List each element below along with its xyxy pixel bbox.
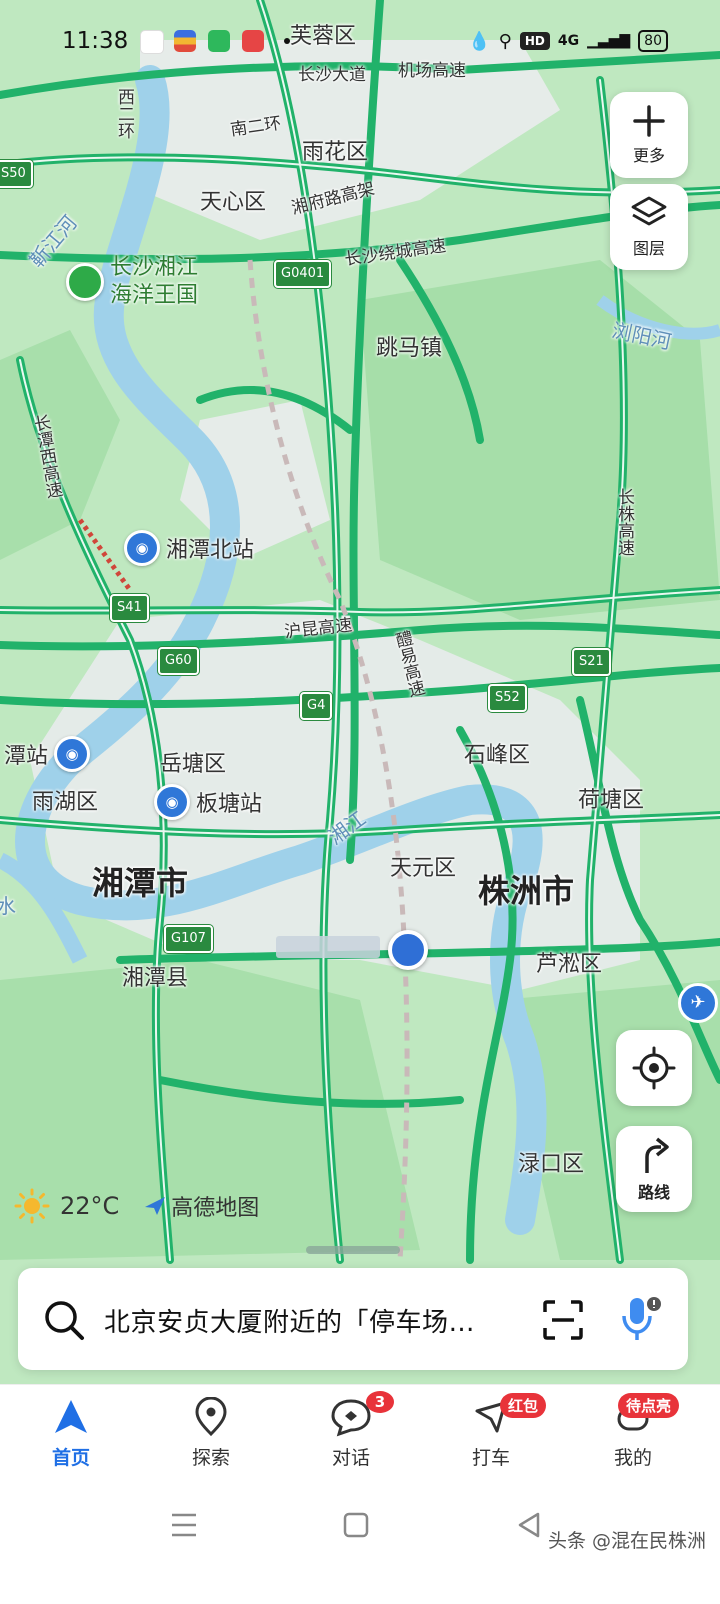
poi-xiangtan-north-station-label: 湘潭北站 <box>166 538 255 563</box>
voice-mic-icon[interactable] <box>618 1294 662 1344</box>
search-input[interactable]: 北京安贞大厦附近的「停车场… <box>104 1302 475 1339</box>
train-station-icon: ◉ <box>124 530 160 566</box>
city-label-zhuzhou: 株洲市 <box>478 872 575 910</box>
notification-app-icon <box>242 30 264 52</box>
signal-bars-icon: ▁▃▅▇ <box>587 33 631 49</box>
district-label-yuhu: 雨湖区 <box>32 790 99 815</box>
poi-ocean-park-line1: 长沙湘江 <box>110 255 199 280</box>
drag-handle[interactable] <box>306 1246 400 1254</box>
nav-chat[interactable]: 对话 3 <box>296 1391 406 1470</box>
back-triangle-icon[interactable] <box>516 1511 542 1539</box>
train-station-icon: ◉ <box>154 784 190 820</box>
river-label-partial: 水 <box>0 894 16 918</box>
district-label-yuetang: 岳塘区 <box>160 752 227 777</box>
status-time: 11:38 <box>62 28 129 54</box>
district-label-lukou: 渌口区 <box>518 1152 585 1177</box>
notification-dot <box>284 38 290 44</box>
search-bar[interactable]: 北京安贞大厦附近的「停车场… <box>18 1268 688 1370</box>
poi-xiangtan-north-station[interactable]: ◉ 湘潭北站 <box>124 530 254 566</box>
home-square-icon[interactable] <box>342 1511 370 1539</box>
home-arrow-icon <box>55 1400 87 1433</box>
park-icon <box>66 263 104 301</box>
status-icons: 💧 ⚲ HD 4G ▁▃▅▇ 80 <box>468 30 668 52</box>
locate-me-button[interactable] <box>616 1030 692 1106</box>
current-location-marker <box>388 930 428 970</box>
city-label-xiangtan: 湘潭市 <box>92 864 189 902</box>
unlit-badge: 待点亮 <box>618 1393 680 1418</box>
nav-chat-label: 对话 <box>331 1447 370 1469</box>
airport-icon[interactable]: ✈ <box>678 983 718 1023</box>
scan-icon[interactable] <box>542 1299 584 1341</box>
notification-app-icon <box>174 30 196 52</box>
blurred-location-label <box>276 936 380 958</box>
district-label-tianyuan: 天元区 <box>390 856 457 881</box>
weather-widget[interactable]: 22°C 高德地图 <box>14 1188 259 1224</box>
brand-name: 高德地图 <box>171 1196 260 1221</box>
poi-ocean-park-line2: 海洋王国 <box>110 283 199 308</box>
nav-home[interactable]: 首页 <box>16 1397 126 1470</box>
nav-me-label: 我的 <box>613 1447 652 1469</box>
poi-banting-station[interactable]: ◉ 板塘站 <box>154 784 262 820</box>
red-packet-badge: 红包 <box>500 1393 546 1418</box>
route-arrow-icon <box>645 1137 669 1173</box>
poi-banting-station-label: 板塘站 <box>196 792 263 817</box>
nav-home-label: 首页 <box>51 1447 90 1469</box>
status-bar: 11:38 💧 ⚲ HD 4G ▁▃▅▇ 80 <box>0 0 720 80</box>
route-shield-g4: G4 <box>300 692 333 720</box>
route-button-label: 路线 <box>637 1183 670 1202</box>
road-label-changzhu: 长株高速 <box>614 488 634 556</box>
nav-explore-label: 探索 <box>191 1447 230 1469</box>
route-shield-s41: S41 <box>110 594 149 622</box>
town-label-tiaoma: 跳马镇 <box>376 336 443 361</box>
search-icon <box>45 1301 84 1340</box>
district-label-lusong: 芦淞区 <box>536 952 603 977</box>
plus-icon <box>633 105 665 137</box>
road-label-west-2nd-ring: 西二环 <box>114 88 134 139</box>
nav-me[interactable]: 我的 待点亮 <box>578 1393 688 1470</box>
route-shield-s50: S50 <box>0 160 33 188</box>
train-station-icon: ◉ <box>54 736 91 772</box>
battery-icon: 80 <box>638 30 668 52</box>
temperature: 22°C <box>60 1192 120 1220</box>
sun-icon <box>14 1188 50 1224</box>
notification-app-icon <box>140 30 164 54</box>
layers-button-label: 图层 <box>632 239 665 258</box>
location-pin-icon <box>195 1397 227 1437</box>
location-pin-icon: ⚲ <box>498 30 512 52</box>
more-button-label: 更多 <box>632 146 665 165</box>
district-label-shifeng: 石峰区 <box>464 743 531 768</box>
route-shield-g60: G60 <box>158 647 199 675</box>
district-label-hetang: 荷塘区 <box>578 788 645 813</box>
watermark: 头条 @混在民株洲 <box>547 1530 706 1552</box>
route-shield-s21: S21 <box>572 648 611 676</box>
more-button[interactable]: 更多 <box>610 92 688 178</box>
nav-taxi-label: 打车 <box>471 1447 510 1469</box>
system-navigation-bar: 头条 @混在民株洲 <box>0 1484 720 1604</box>
route-shield-g0401: G0401 <box>274 260 332 288</box>
nav-taxi[interactable]: 打车 红包 <box>436 1393 546 1470</box>
district-label-tianxin: 天心区 <box>200 190 267 215</box>
amap-logo-icon <box>145 1197 166 1215</box>
district-label-xiangtan-county: 湘潭县 <box>122 966 189 991</box>
route-button[interactable]: 路线 <box>616 1126 692 1212</box>
signal-icon: 4G <box>557 33 580 49</box>
layers-icon <box>631 196 667 226</box>
route-shield-g107: G107 <box>164 925 213 953</box>
brand-logo: 高德地图 <box>143 1190 259 1222</box>
layers-button[interactable]: 图层 <box>610 184 688 270</box>
hd-voice-icon: HD <box>519 32 550 50</box>
poi-ocean-park[interactable]: 长沙湘江 海洋王国 <box>66 254 198 310</box>
poi-partial-station[interactable]: 潭站 ◉ <box>4 736 91 772</box>
nav-explore[interactable]: 探索 <box>156 1397 266 1470</box>
route-shield-s52: S52 <box>488 684 527 712</box>
crosshair-icon <box>632 1046 676 1090</box>
poi-partial-station-label: 潭站 <box>4 744 49 769</box>
menu-icon[interactable] <box>170 1512 198 1538</box>
district-label-yuhua: 雨花区 <box>302 140 369 165</box>
chat-unread-badge: 3 <box>366 1391 394 1413</box>
bottom-navigation: 首页 探索 对话 3 打车 红包 我的 待点亮 <box>0 1384 720 1485</box>
water-drop-icon: 💧 <box>468 30 491 52</box>
notification-chat-icon <box>208 30 230 52</box>
